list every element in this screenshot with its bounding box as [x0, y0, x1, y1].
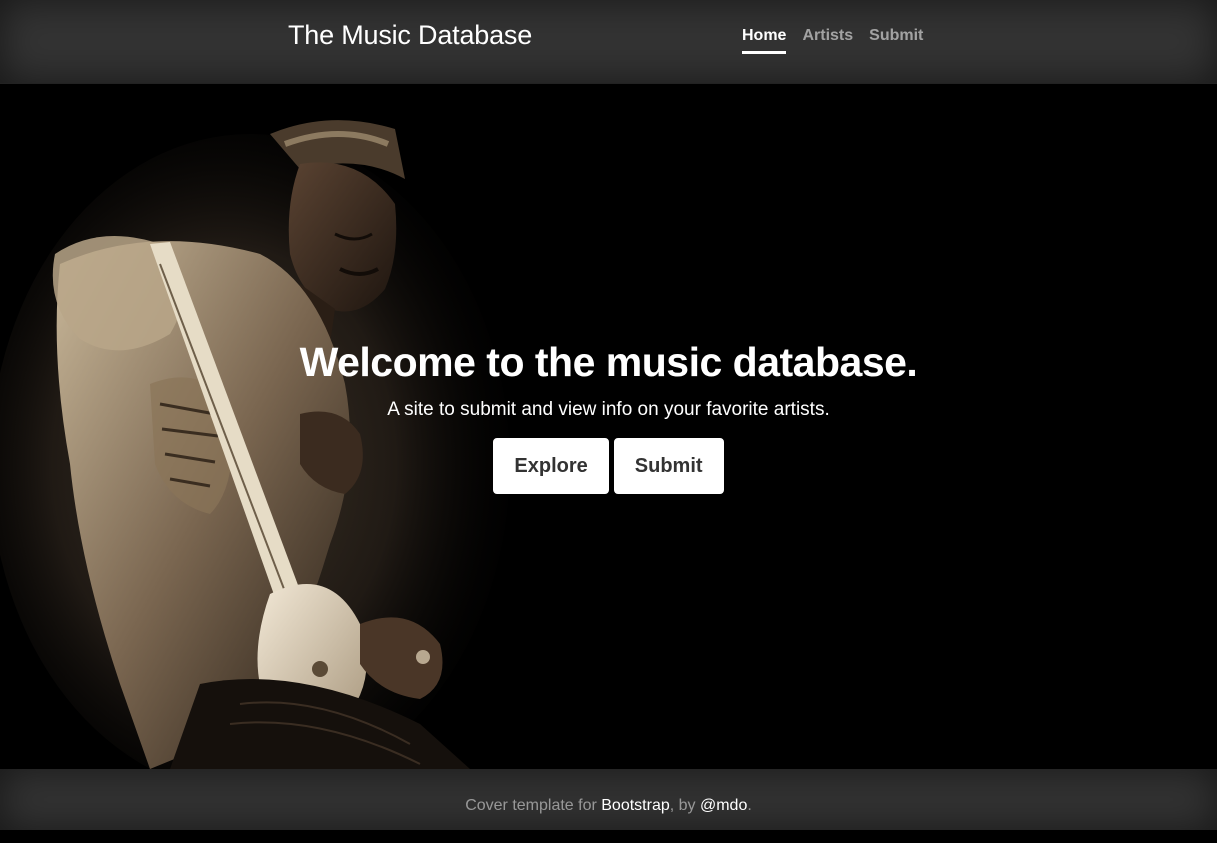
nav-submit[interactable]: Submit: [869, 22, 923, 54]
mdo-link[interactable]: @mdo: [700, 797, 747, 814]
site-footer: Cover template for Bootstrap, by @mdo.: [0, 769, 1217, 830]
hero-lead: A site to submit and view info on your f…: [387, 399, 830, 420]
footer-suffix: .: [747, 797, 752, 814]
nav-artists[interactable]: Artists: [802, 22, 853, 54]
nav-home[interactable]: Home: [742, 22, 787, 54]
hero-buttons: Explore Submit: [0, 438, 1217, 494]
bootstrap-link[interactable]: Bootstrap: [601, 797, 669, 814]
explore-button[interactable]: Explore: [493, 438, 609, 494]
cover-content: Welcome to the music database. A site to…: [0, 336, 1217, 494]
footer-prefix: Cover template for: [465, 797, 602, 814]
hero-section: Welcome to the music database. A site to…: [0, 84, 1217, 769]
site-title: The Music Database: [288, 20, 533, 50]
hero-heading: Welcome to the music database.: [299, 339, 918, 385]
main-nav: Home Artists Submit: [742, 22, 939, 54]
submit-button[interactable]: Submit: [613, 438, 724, 494]
masthead: The Music Database Home Artists Submit: [0, 0, 1217, 84]
footer-middle: , by: [669, 797, 700, 814]
